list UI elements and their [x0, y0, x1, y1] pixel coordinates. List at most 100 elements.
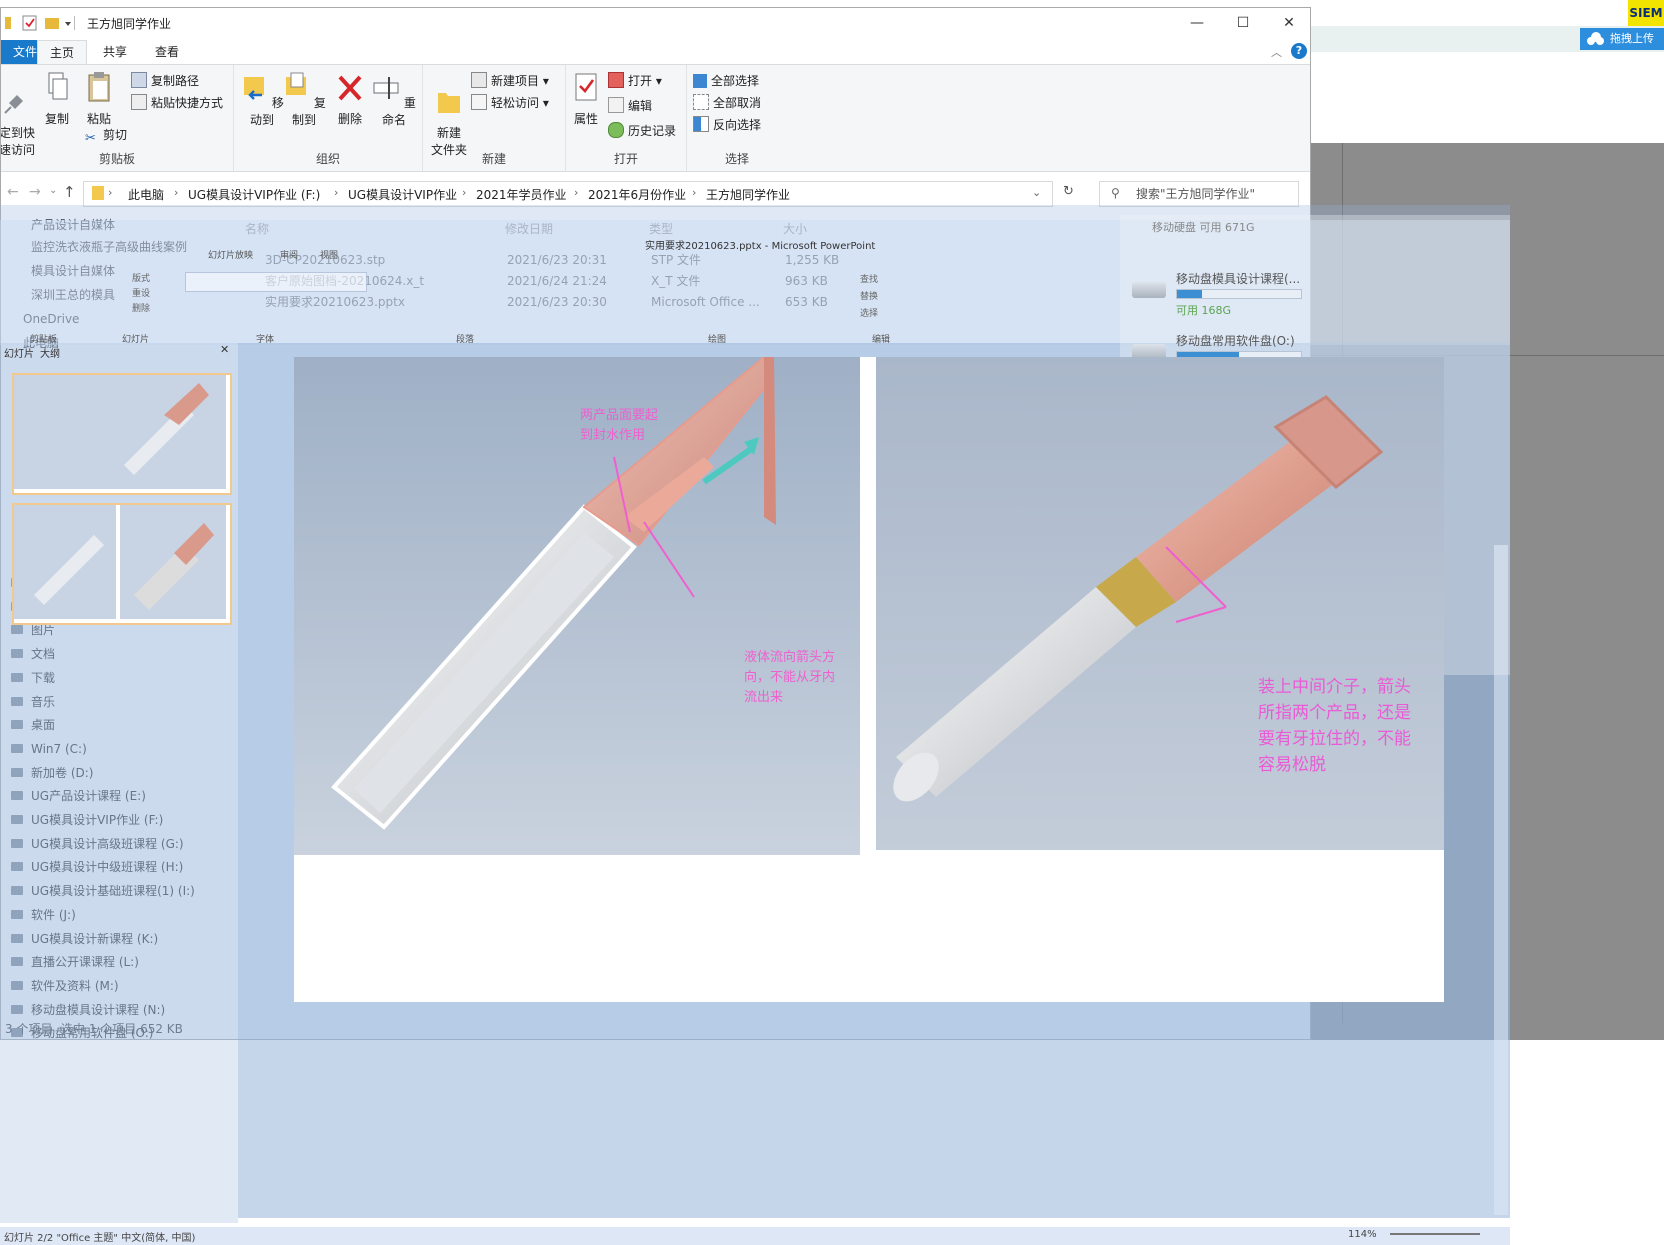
move-to-button[interactable]: 移动到	[240, 71, 284, 128]
paste-shortcut-label: 粘贴快捷方式	[151, 96, 224, 110]
cut-button[interactable]: ✂ 剪切	[85, 125, 128, 146]
tab-view[interactable]: 查看	[143, 40, 191, 64]
rename-button[interactable]: 重命名	[372, 71, 416, 128]
refresh-icon[interactable]: ↻	[1063, 184, 1074, 199]
search-input[interactable]: 搜索"王方旭同学作业"	[1099, 181, 1299, 207]
properties-button[interactable]: 属性	[566, 71, 606, 127]
paste-shortcut-button[interactable]: 粘贴快捷方式	[131, 93, 223, 113]
storage-drive[interactable]: 移动盘模具设计课程(... 可用 168G	[1132, 270, 1342, 328]
crumb-2021-students[interactable]: 2021年学员作业	[476, 186, 567, 203]
window-title: 王方旭同学作业	[87, 17, 172, 31]
recent-locations-icon[interactable]: ⌄	[49, 185, 57, 196]
chevron-right-icon: ›	[174, 186, 179, 199]
easy-access-button[interactable]: 轻松访问 ▾	[471, 93, 549, 113]
ppt-tab-slides[interactable]: 幻灯片	[4, 345, 34, 360]
ppt-close-pane-icon[interactable]: ✕	[220, 343, 229, 356]
select-all-label: 全部选择	[711, 74, 760, 88]
ppt-find-button[interactable]: 查找	[860, 272, 878, 289]
open-label: 打开	[628, 74, 653, 88]
clipboard-group-label: 剪贴板	[98, 152, 135, 166]
collapse-ribbon-icon[interactable]: ︿	[1271, 44, 1282, 60]
drive-name: 移动盘常用软件盘(O:)	[1176, 334, 1295, 348]
history-button[interactable]: 历史记录	[608, 121, 676, 141]
ppt-slide-commands: 版式 重设 删除	[132, 272, 150, 317]
slide-thumbnail-image	[14, 505, 226, 619]
slide-thumbnail-2[interactable]	[12, 503, 232, 625]
minimize-button[interactable]: —	[1174, 8, 1220, 38]
ppt-status-text: 幻灯片 2/2 "Office 主题" 中文(简体, 中国)	[4, 1233, 196, 1244]
crumb-current-folder[interactable]: 王方旭同学作业	[706, 186, 790, 203]
ppt-tab-outline[interactable]: 大纲	[40, 345, 60, 360]
new-folder-button[interactable]: 新建 文件夹	[427, 71, 471, 158]
delete-x-icon	[338, 75, 362, 101]
pin-icon	[4, 95, 23, 114]
copy-to-button[interactable]: 复制到	[282, 71, 326, 128]
annotation-flow: 液体流向箭头方 向，不能从牙内 流出来	[744, 650, 836, 705]
copy-label: 复制	[44, 112, 69, 126]
ppt-font-box[interactable]	[185, 272, 367, 292]
paste-shortcut-icon	[131, 94, 147, 110]
ppt-slide-pane: 幻灯片 大纲 ✕	[0, 343, 238, 1223]
open-group-label: 打开	[613, 152, 638, 166]
open-button[interactable]: 打开 ▾	[608, 71, 662, 91]
ppt-select-button[interactable]: 选择	[860, 306, 878, 323]
crumb-vip-folder[interactable]: UG模具设计VIP作业	[348, 186, 457, 203]
ppt-replace-button[interactable]: 替换	[860, 289, 878, 306]
ppt-tab-view[interactable]: 视图	[320, 248, 338, 261]
copy-path-button[interactable]: 复制路径	[131, 71, 199, 91]
ppt-tab-slideshow[interactable]: 幻灯片放映	[208, 248, 253, 261]
slide-thumbnail-1[interactable]	[12, 373, 232, 495]
scissors-icon: ✂	[85, 131, 96, 146]
close-button[interactable]: ✕	[1266, 8, 1310, 38]
select-none-button[interactable]: 全部取消	[693, 93, 761, 113]
easy-access-label: 轻松访问	[491, 96, 540, 110]
rename-icon	[373, 77, 399, 99]
crumb-june-2021[interactable]: 2021年6月份作业	[588, 186, 686, 203]
drive-free-space: 可用 168G	[1176, 304, 1232, 317]
properties-label: 属性	[573, 112, 598, 126]
title-bar: 王方旭同学作业 — ☐ ✕	[1, 8, 1310, 38]
cut-label: 剪切	[103, 128, 128, 142]
chevron-down-icon[interactable]: ⌄	[1032, 186, 1041, 199]
ppt-status-bar: 幻灯片 2/2 "Office 主题" 中文(简体, 中国) 114%	[0, 1227, 1510, 1245]
drive-name: 移动盘模具设计课程(...	[1176, 272, 1301, 286]
pin-button[interactable]: 定到快 速访问	[1, 71, 39, 158]
edit-label: 编辑	[628, 99, 653, 113]
up-arrow-icon[interactable]: ↑	[63, 183, 76, 201]
select-all-button[interactable]: 全部选择	[693, 71, 759, 91]
ribbon-group-open: 属性 打开 ▾ 编辑 历史记录 打开	[566, 65, 687, 171]
ppt-tab-review[interactable]: 审阅	[280, 248, 298, 261]
ppt-reset-button[interactable]: 重设	[132, 287, 150, 302]
history-label: 历史记录	[628, 124, 677, 138]
ppt-zoom-slider[interactable]	[1390, 1233, 1480, 1235]
maximize-button[interactable]: ☐	[1220, 8, 1266, 38]
copy-path-label: 复制路径	[151, 74, 200, 88]
back-arrow-icon[interactable]: ←	[7, 184, 19, 200]
new-folder-icon	[438, 93, 460, 113]
ppt-layout-button[interactable]: 版式	[132, 272, 150, 287]
new-item-button[interactable]: 新建项目 ▾	[471, 71, 549, 91]
move-to-icon	[244, 77, 265, 100]
crumb-this-pc[interactable]: 此电脑	[128, 186, 164, 203]
tab-home[interactable]: 主页	[37, 40, 88, 65]
ppt-delete-button[interactable]: 删除	[132, 302, 150, 317]
crumb-drive-f[interactable]: UG模具设计VIP作业 (F:)	[188, 186, 320, 203]
tab-share[interactable]: 共享	[91, 40, 139, 64]
address-bar[interactable]: › 此电脑 › UG模具设计VIP作业 (F:) › UG模具设计VIP作业 ›…	[83, 181, 1053, 207]
invert-selection-button[interactable]: 反向选择	[693, 115, 761, 135]
quick-access-toolbar[interactable]	[5, 14, 75, 32]
copy-button[interactable]: 复制	[37, 71, 77, 127]
ribbon: 定到快 速访问 复制 粘贴 复制路径 粘贴快捷方式 ✂ 剪切 剪贴板 移动到 复…	[1, 64, 1310, 172]
chevron-right-icon: ›	[108, 186, 113, 199]
forward-arrow-icon[interactable]: →	[29, 184, 41, 200]
ribbon-tabs: 文件 主页 共享 查看 ︿ ?	[1, 40, 1310, 65]
select-none-label: 全部取消	[713, 96, 762, 110]
paste-button[interactable]: 粘贴	[79, 71, 119, 127]
edit-button[interactable]: 编辑	[608, 96, 652, 116]
help-icon[interactable]: ?	[1291, 43, 1307, 59]
edit-icon	[608, 97, 624, 113]
delete-button[interactable]: 删除	[330, 71, 370, 127]
drive-usage-fill	[1177, 290, 1202, 298]
organize-group-label: 组织	[315, 152, 340, 166]
chevron-right-icon: ›	[574, 186, 579, 199]
